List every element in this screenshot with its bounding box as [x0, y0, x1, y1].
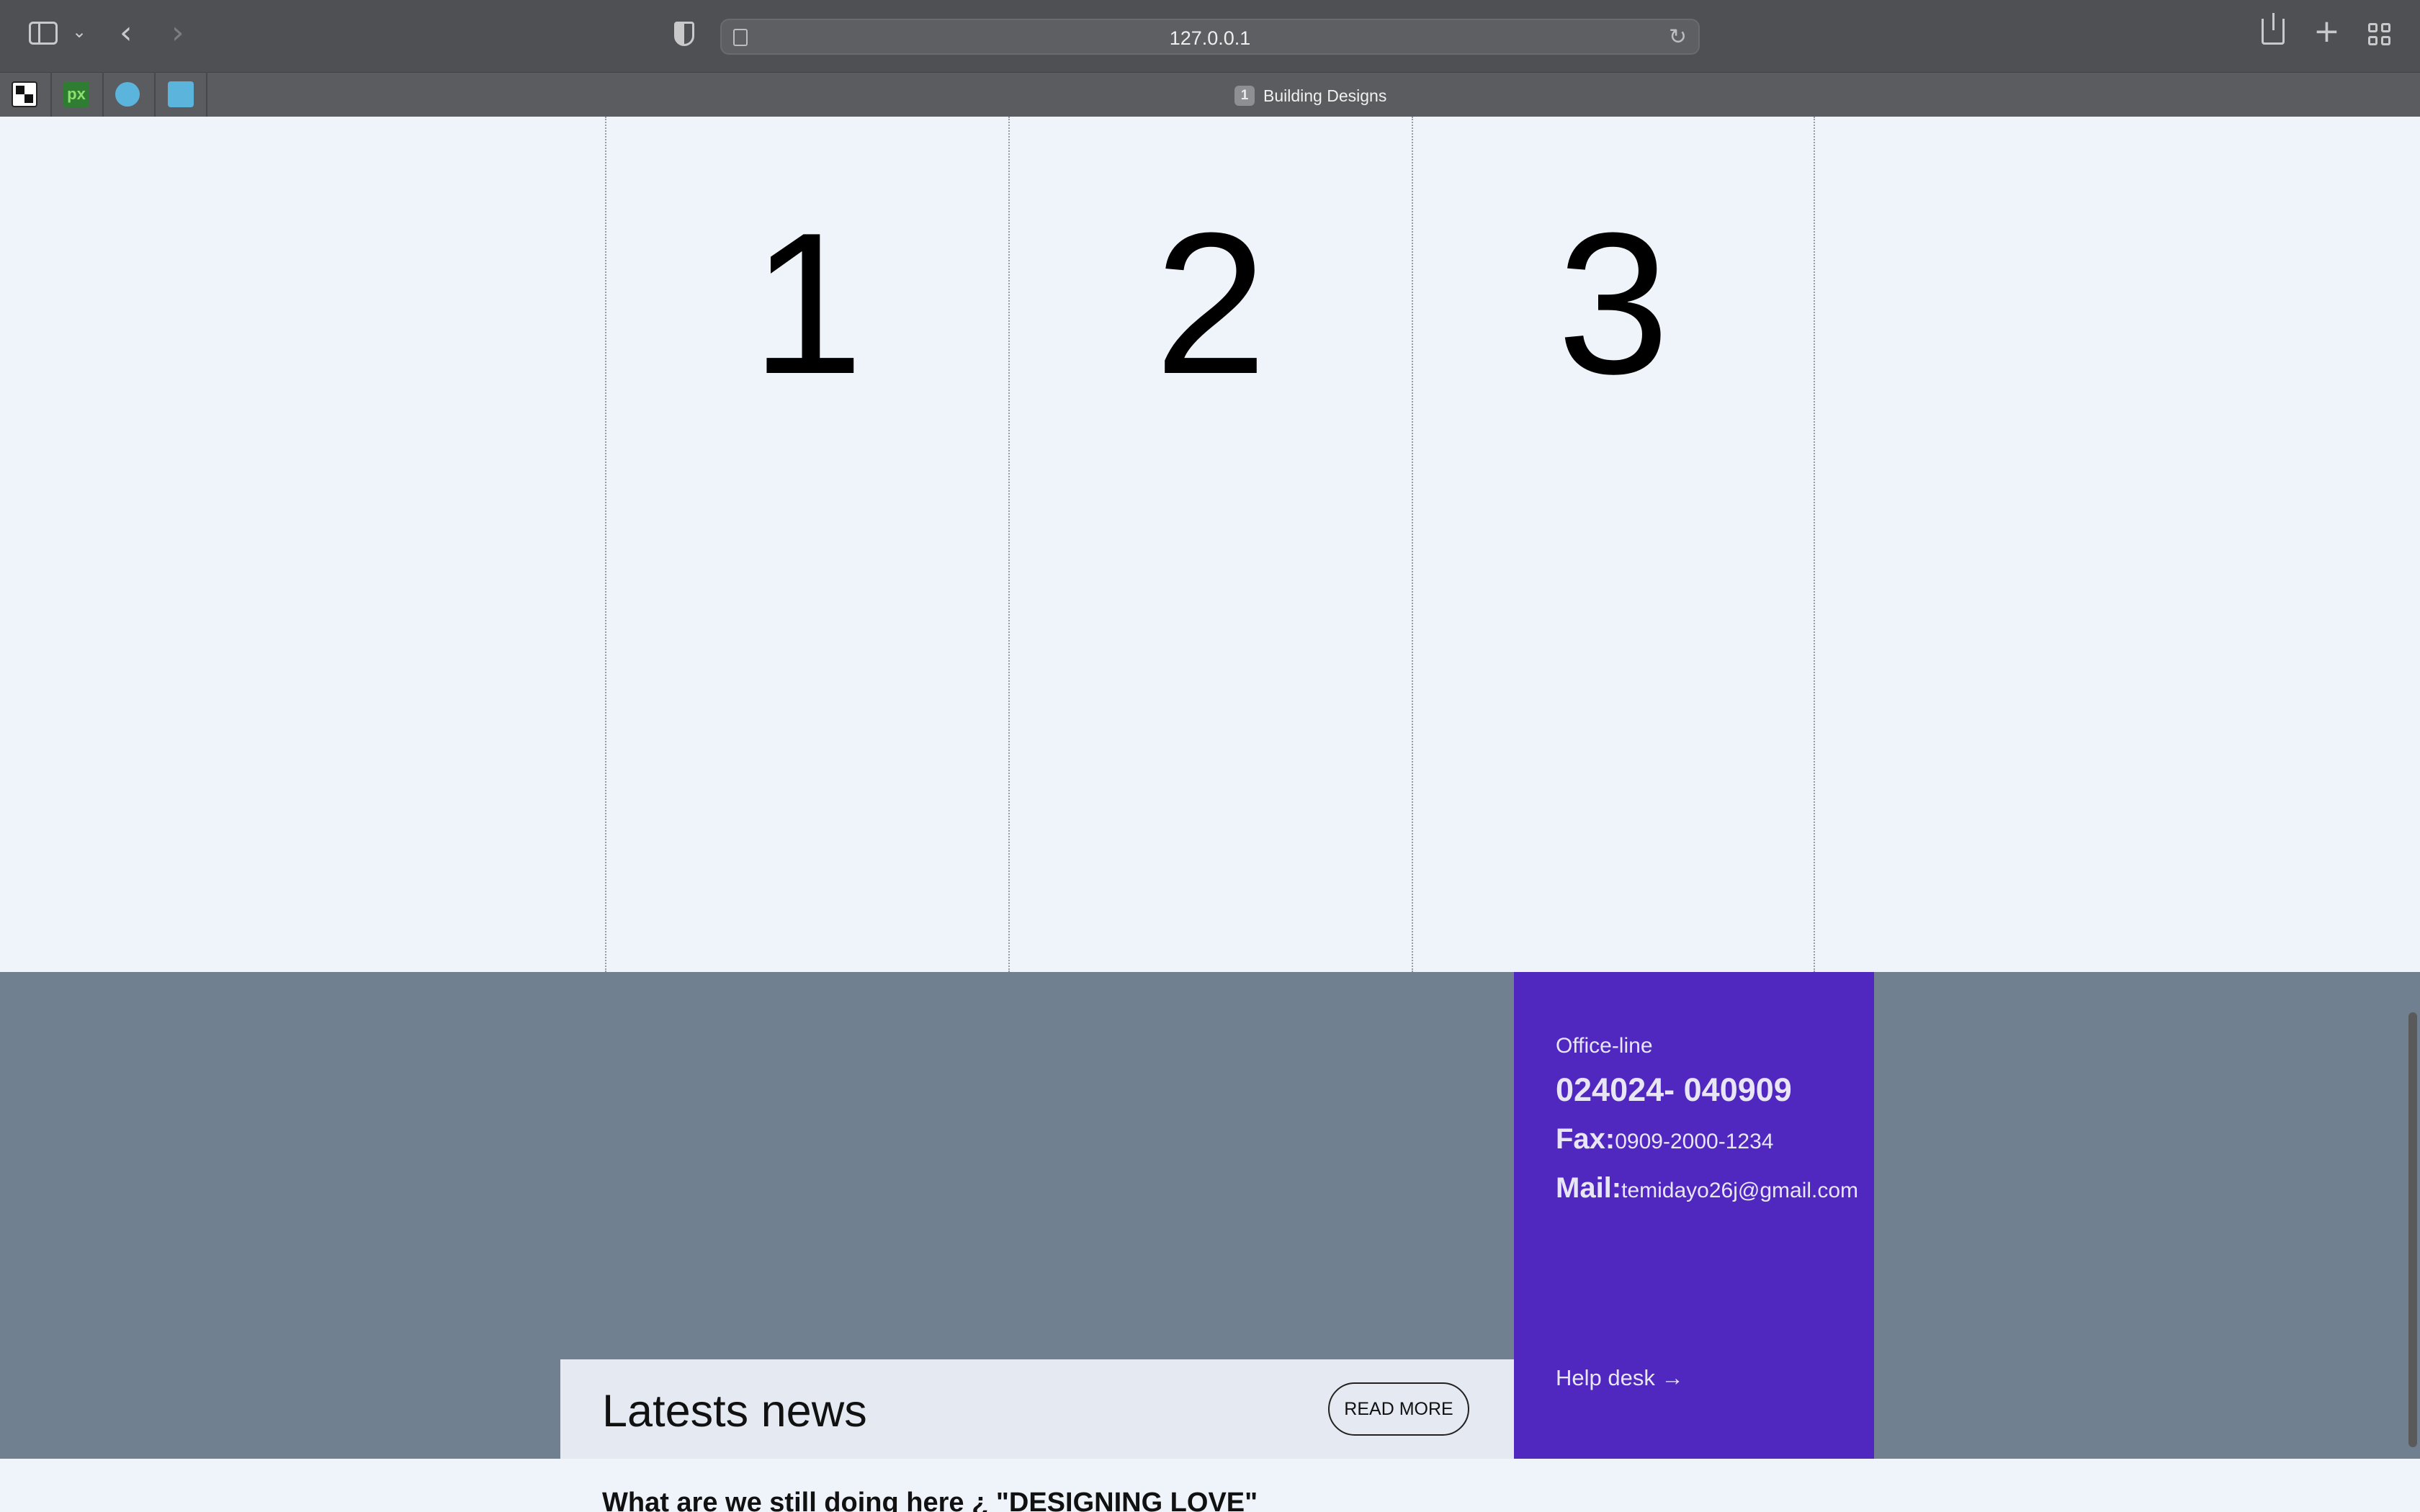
square-favicon[interactable] [168, 81, 194, 107]
column-number: 3 [1557, 192, 1670, 416]
address-bar[interactable]: 127.0.0.1 ↻ [720, 19, 1700, 55]
favicon-divider [206, 72, 207, 117]
fax-label: Fax: [1556, 1123, 1615, 1155]
tab-title: Building Designs [1263, 86, 1387, 105]
checker-favicon[interactable] [12, 81, 37, 107]
back-icon[interactable]: ‹ [120, 14, 133, 51]
favicon-divider [50, 72, 52, 117]
latest-news-bar: Latests news READ MORE [560, 1359, 1514, 1459]
contact-card: Office-line 024024- 040909 Fax:0909-2000… [1514, 972, 1874, 1459]
help-desk-link[interactable]: Help desk → [1556, 1365, 1683, 1391]
url-text[interactable]: 127.0.0.1 [722, 27, 1698, 50]
sidebar-icon[interactable] [29, 22, 58, 45]
chevron-down-icon[interactable]: ⌄ [72, 22, 86, 42]
share-icon[interactable] [2262, 13, 2285, 45]
tab-bar [0, 72, 2420, 117]
number-column-2: 2 [1008, 117, 1412, 972]
new-tab-icon[interactable]: + [2313, 13, 2340, 50]
mail-row: Mail:temidayo26j@gmail.com [1556, 1172, 1858, 1205]
column-number: 2 [1155, 192, 1267, 416]
tab-overview-icon[interactable] [2368, 23, 2391, 46]
mail-value[interactable]: temidayo26j@gmail.com [1621, 1179, 1858, 1202]
reload-icon[interactable]: ↻ [1669, 24, 1687, 50]
scrollbar[interactable] [2404, 117, 2420, 1512]
office-line-label: Office-line [1556, 1034, 1653, 1058]
tab-number-badge: 1 [1234, 86, 1255, 106]
circle-favicon[interactable] [115, 82, 140, 107]
fax-value: 0909-2000-1234 [1615, 1130, 1774, 1153]
mail-label: Mail: [1556, 1172, 1622, 1204]
browser-toolbar: ⌄ ‹ › 127.0.0.1 ↻ + [0, 0, 2420, 72]
active-tab[interactable]: 1 Building Designs [1234, 84, 1386, 107]
fax-row: Fax:0909-2000-1234 [1556, 1123, 1773, 1156]
favicon-divider [154, 72, 156, 117]
shield-icon[interactable] [674, 22, 694, 46]
read-more-button[interactable]: READ MORE [1328, 1382, 1469, 1436]
px-favicon[interactable]: px [63, 81, 89, 107]
news-title: Latests news [602, 1386, 867, 1436]
forward-icon[interactable]: › [171, 14, 184, 51]
number-column-1: 1 [605, 117, 1008, 972]
scrollbar-thumb[interactable] [2408, 1012, 2417, 1447]
number-column-3: 3 [1412, 117, 1815, 972]
office-phone: 024024- 040909 [1556, 1071, 1792, 1108]
page-content: 1 2 3 Office-line 024024- 040909 Fax:090… [0, 117, 2420, 1512]
column-number: 1 [751, 192, 864, 416]
news-headline[interactable]: What are we still doing here ¿ "DESIGNIN… [602, 1488, 1258, 1512]
favicon-divider [102, 72, 104, 117]
